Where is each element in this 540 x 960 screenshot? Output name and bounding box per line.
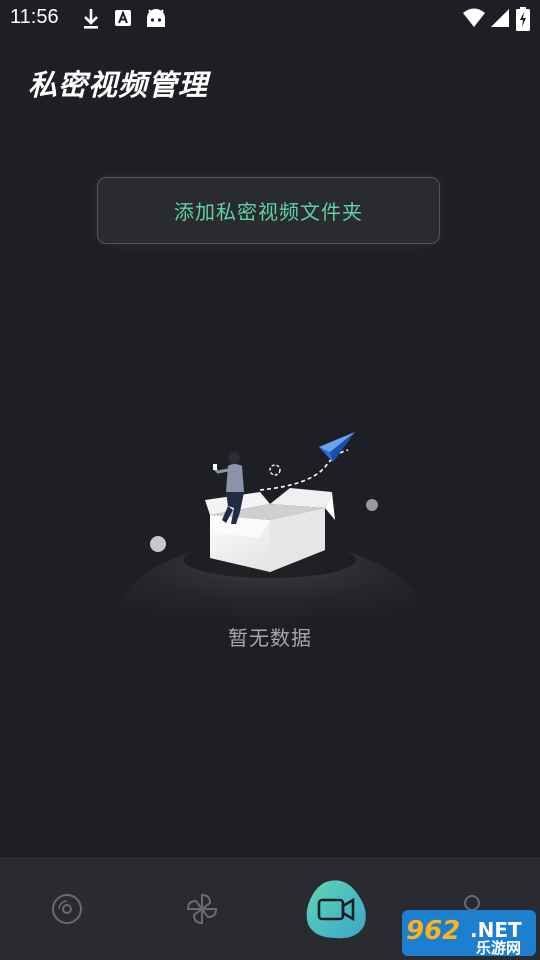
- paper-plane-icon: [319, 432, 355, 462]
- status-time: 11:56: [10, 6, 59, 28]
- watermark-logo: 962 .NET 乐游网: [402, 910, 536, 956]
- disc-icon: [52, 893, 82, 924]
- nav-item-pinwheel[interactable]: [162, 857, 242, 960]
- add-private-video-folder-button[interactable]: 添加私密视频文件夹: [97, 177, 440, 244]
- empty-state-illustration: [112, 432, 428, 620]
- download-icon: [84, 9, 98, 29]
- empty-state-text: 暂无数据: [228, 626, 312, 650]
- page-title: 私密视频管理: [28, 68, 209, 102]
- video-camera-icon: [306, 879, 366, 938]
- battery-charging-icon: [516, 7, 530, 31]
- status-bar: 11:56: [0, 0, 540, 36]
- watermark-subtitle: 乐游网: [476, 939, 521, 956]
- nav-item-video[interactable]: [297, 857, 377, 960]
- sphere-right: [366, 499, 378, 511]
- watermark-number: 962: [406, 916, 460, 946]
- wifi-icon: [463, 8, 485, 27]
- android-icon: [147, 9, 165, 27]
- font-a-icon: [115, 10, 131, 26]
- pinwheel-icon: [186, 893, 218, 924]
- flight-loop: [269, 464, 281, 476]
- cellular-signal-icon: [491, 9, 509, 27]
- nav-item-disc[interactable]: [27, 857, 107, 960]
- sphere-left: [150, 536, 166, 552]
